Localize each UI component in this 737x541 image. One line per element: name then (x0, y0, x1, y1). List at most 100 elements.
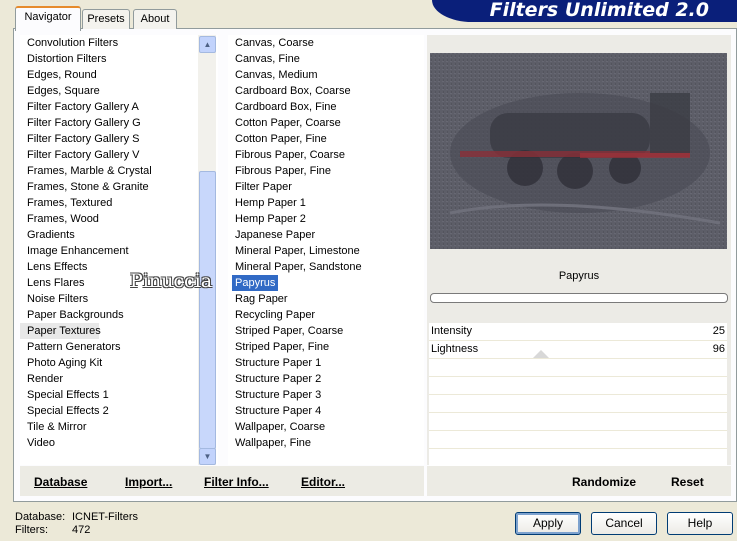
filter-item[interactable]: Wallpaper, Fine (228, 435, 424, 451)
reset-button[interactable]: Reset (671, 475, 704, 489)
category-item[interactable]: Filter Factory Gallery V (20, 147, 218, 163)
slider-pointer-icon[interactable] (533, 348, 549, 358)
filter-item[interactable]: Striped Paper, Coarse (228, 323, 424, 339)
param-row-intensity[interactable]: Intensity 25 (429, 323, 727, 341)
category-item[interactable]: Filter Factory Gallery S (20, 131, 218, 147)
category-item[interactable]: Filter Factory Gallery A (20, 99, 218, 115)
filter-item[interactable]: Canvas, Coarse (228, 35, 424, 51)
category-item[interactable]: Special Effects 1 (20, 387, 218, 403)
status-database-value: ICNET-Filters (72, 511, 138, 523)
filter-item-label: Hemp Paper 1 (235, 197, 306, 209)
param-row-empty (429, 395, 727, 413)
category-item[interactable]: Noise Filters (20, 291, 218, 307)
filter-item[interactable]: Recycling Paper (228, 307, 424, 323)
apply-button[interactable]: Apply (515, 512, 581, 535)
preview-locomotive-image (430, 53, 727, 249)
category-item[interactable]: Gradients (20, 227, 218, 243)
filter-item-label: Structure Paper 3 (235, 389, 322, 401)
category-item[interactable]: Image Enhancement (20, 243, 218, 259)
param-row-lightness[interactable]: Lightness 96 (429, 341, 727, 359)
category-item[interactable]: Frames, Wood (20, 211, 218, 227)
param-value: 25 (712, 325, 725, 337)
filter-item[interactable]: Rag Paper (228, 291, 424, 307)
category-item[interactable]: Pattern Generators (20, 339, 218, 355)
tab-navigator[interactable]: Navigator (15, 6, 81, 31)
filter-info-button[interactable]: Filter Info... (204, 475, 269, 489)
param-row-empty (429, 359, 727, 377)
category-item[interactable]: Video (20, 435, 218, 451)
filter-item-label: Wallpaper, Coarse (235, 421, 326, 433)
filter-item-label: Striped Paper, Coarse (235, 325, 344, 337)
randomize-button[interactable]: Randomize (572, 475, 636, 489)
database-button[interactable]: Database (34, 475, 87, 489)
filter-item[interactable]: Structure Paper 2 (228, 371, 424, 387)
editor-button[interactable]: Editor... (301, 475, 345, 489)
category-item[interactable]: Photo Aging Kit (20, 355, 218, 371)
filter-item-label: Structure Paper 4 (235, 405, 322, 417)
category-item[interactable]: Paper Textures (20, 323, 101, 339)
scroll-thumb[interactable] (199, 171, 216, 449)
filter-item-label: Striped Paper, Fine (235, 341, 330, 353)
param-label: Lightness (431, 343, 479, 355)
filter-item-label: Structure Paper 1 (235, 357, 322, 369)
filter-info-button-label: Filter Info... (204, 475, 269, 489)
filter-item[interactable]: Structure Paper 1 (228, 355, 424, 371)
param-row-empty (429, 377, 727, 395)
tab-presets[interactable]: Presets (82, 9, 130, 29)
progress-bar (430, 293, 728, 303)
status-filters-label: Filters: (15, 524, 48, 536)
category-item[interactable]: Edges, Round (20, 67, 218, 83)
category-item[interactable]: Frames, Textured (20, 195, 218, 211)
filter-list[interactable]: Canvas, Coarse Canvas, Fine Canvas, Medium… (228, 35, 424, 465)
category-item[interactable]: Convolution Filters (20, 35, 218, 51)
filter-item[interactable]: Structure Paper 4 (228, 403, 424, 419)
cancel-button[interactable]: Cancel (591, 512, 657, 535)
filter-item[interactable]: Fibrous Paper, Coarse (228, 147, 424, 163)
filter-item-label: Rag Paper (235, 293, 288, 305)
category-item[interactable]: Frames, Stone & Granite (20, 179, 218, 195)
import-button[interactable]: Import... (125, 475, 172, 489)
category-scrollbar[interactable]: ▲ ▼ (198, 35, 216, 465)
category-item[interactable]: Frames, Marble & Crystal (20, 163, 218, 179)
category-item[interactable]: Special Effects 2 (20, 403, 218, 419)
filter-item[interactable]: Cardboard Box, Coarse (228, 83, 424, 99)
filter-item[interactable]: Fibrous Paper, Fine (228, 163, 424, 179)
filter-item[interactable]: Wallpaper, Coarse (228, 419, 424, 435)
filter-item[interactable]: Hemp Paper 1 (228, 195, 424, 211)
filter-item[interactable]: Cardboard Box, Fine (228, 99, 424, 115)
param-row-empty (429, 413, 727, 431)
help-button[interactable]: Help (667, 512, 733, 535)
category-item[interactable]: Render (20, 371, 218, 387)
filter-item-label: Hemp Paper 2 (235, 213, 306, 225)
scroll-down-button[interactable]: ▼ (199, 448, 216, 465)
filter-item[interactable]: Mineral Paper, Sandstone (228, 259, 424, 275)
category-list[interactable]: Convolution Filters Distortion Filters Edg… (20, 35, 218, 465)
filter-item[interactable]: Cotton Paper, Fine (228, 131, 424, 147)
filter-item[interactable]: Striped Paper, Fine (228, 339, 424, 355)
category-item[interactable]: Edges, Square (20, 83, 218, 99)
category-item[interactable]: Distortion Filters (20, 51, 218, 67)
category-item[interactable]: Filter Factory Gallery G (20, 115, 218, 131)
tab-about[interactable]: About (133, 9, 177, 29)
filter-item-label: Structure Paper 2 (235, 373, 322, 385)
category-item[interactable]: Tile & Mirror (20, 419, 218, 435)
filter-item-label: Japanese Paper (235, 229, 316, 241)
param-row-empty (429, 431, 727, 449)
filter-item-label: Canvas, Coarse (235, 37, 314, 49)
app-title-banner: Filters Unlimited 2.0 (432, 0, 737, 22)
category-item[interactable]: Paper Backgrounds (20, 307, 218, 323)
filter-item[interactable]: Hemp Paper 2 (228, 211, 424, 227)
scroll-up-button[interactable]: ▲ (199, 36, 216, 53)
filter-item-label: Cardboard Box, Coarse (235, 85, 351, 97)
filter-item[interactable]: Japanese Paper (228, 227, 424, 243)
filter-item[interactable]: Filter Paper (228, 179, 424, 195)
filter-item-label: Recycling Paper (235, 309, 316, 321)
filter-item[interactable]: Canvas, Medium (228, 67, 424, 83)
filter-item[interactable]: Structure Paper 3 (228, 387, 424, 403)
filter-item[interactable]: Mineral Paper, Limestone (228, 243, 424, 259)
filter-item[interactable]: Canvas, Fine (228, 51, 424, 67)
filter-item[interactable]: Papyrus (228, 275, 424, 291)
filter-item-label: Mineral Paper, Sandstone (235, 261, 362, 273)
filter-item[interactable]: Cotton Paper, Coarse (228, 115, 424, 131)
filter-item-label: Cotton Paper, Fine (235, 133, 327, 145)
